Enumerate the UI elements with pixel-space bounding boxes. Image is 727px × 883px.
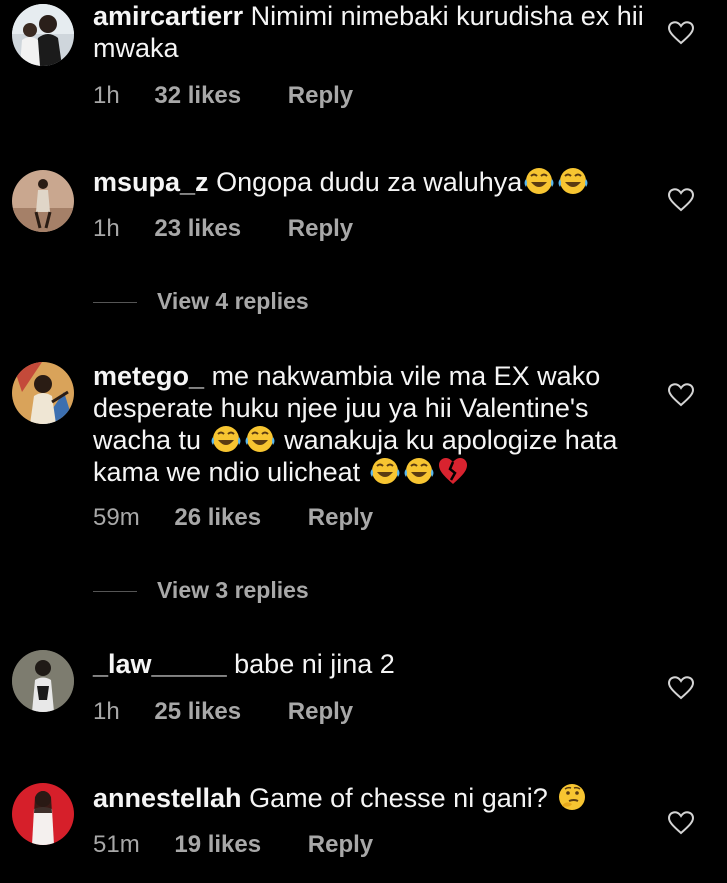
comment-time: 51m	[93, 831, 140, 858]
broken-heart-icon	[437, 456, 469, 486]
view-replies-button[interactable]: View 3 replies	[93, 576, 309, 604]
face-with-tears-of-joy-icon	[369, 456, 401, 486]
comment-likes[interactable]: 23 likes	[154, 215, 241, 242]
comment-body: Game of chesse ni gani?	[249, 783, 548, 813]
avatar[interactable]	[12, 650, 74, 712]
face-with-tears-of-joy-icon	[210, 424, 242, 454]
comment-text: metego_ me nakwambia vile ma EX wako des…	[93, 360, 653, 488]
comment-meta: 1h 23 likes Reply	[93, 215, 353, 243]
like-heart-icon[interactable]	[668, 811, 694, 835]
comment-username[interactable]: metego_	[93, 361, 204, 391]
comment-likes[interactable]: 32 likes	[154, 82, 241, 109]
like-heart-icon[interactable]	[668, 21, 694, 45]
comment-username[interactable]: amircartierr	[93, 1, 243, 31]
face-with-tears-of-joy-icon	[244, 424, 276, 454]
comment-username[interactable]: _law_____	[93, 649, 227, 679]
comment-likes[interactable]: 25 likes	[154, 698, 241, 725]
reply-button[interactable]: Reply	[308, 831, 373, 858]
view-replies-label: View 4 replies	[157, 288, 309, 314]
comment-body: Ongopa dudu za waluhya	[216, 167, 523, 197]
reply-button[interactable]: Reply	[308, 504, 373, 531]
user-avatar-photo	[12, 783, 74, 845]
user-avatar-photo	[12, 362, 74, 424]
comment-meta: 59m 26 likes Reply	[93, 504, 373, 532]
comment-likes[interactable]: 26 likes	[174, 504, 261, 531]
comment-meta: 51m 19 likes Reply	[93, 831, 373, 859]
like-heart-icon[interactable]	[668, 676, 694, 700]
comment-text: msupa_z Ongopa dudu za waluhya	[93, 166, 653, 198]
thinking-face-icon	[556, 782, 588, 812]
face-with-tears-of-joy-icon	[557, 166, 589, 196]
comment-meta: 1h 32 likes Reply	[93, 82, 353, 110]
face-with-tears-of-joy-icon	[523, 166, 555, 196]
comment-text: _law_____ babe ni jina 2	[93, 648, 653, 680]
comment-username[interactable]: annestellah	[93, 783, 242, 813]
user-avatar-photo	[12, 4, 74, 66]
reply-button[interactable]: Reply	[288, 698, 353, 725]
face-with-tears-of-joy-icon	[403, 456, 435, 486]
reply-button[interactable]: Reply	[288, 82, 353, 109]
view-replies-label: View 3 replies	[157, 577, 309, 603]
comment-time: 59m	[93, 504, 140, 531]
comment-text: annestellah Game of chesse ni gani?	[93, 782, 653, 814]
comment-time: 1h	[93, 215, 120, 242]
avatar[interactable]	[12, 362, 74, 424]
user-avatar-photo	[12, 650, 74, 712]
avatar[interactable]	[12, 4, 74, 66]
view-replies-button[interactable]: View 4 replies	[93, 287, 309, 315]
reply-button[interactable]: Reply	[288, 215, 353, 242]
avatar[interactable]	[12, 783, 74, 845]
comment-time: 1h	[93, 82, 120, 109]
replies-divider	[93, 591, 137, 593]
replies-divider	[93, 302, 137, 304]
like-heart-icon[interactable]	[668, 383, 694, 407]
comment-text: amircartierr Nimimi nimebaki kurudisha e…	[93, 0, 653, 64]
user-avatar-photo	[12, 170, 74, 232]
avatar[interactable]	[12, 170, 74, 232]
comment-username[interactable]: msupa_z	[93, 167, 209, 197]
comment-time: 1h	[93, 698, 120, 725]
comment-likes[interactable]: 19 likes	[174, 831, 261, 858]
like-heart-icon[interactable]	[668, 188, 694, 212]
comment-meta: 1h 25 likes Reply	[93, 698, 353, 726]
comment-body: babe ni jina 2	[234, 649, 395, 679]
